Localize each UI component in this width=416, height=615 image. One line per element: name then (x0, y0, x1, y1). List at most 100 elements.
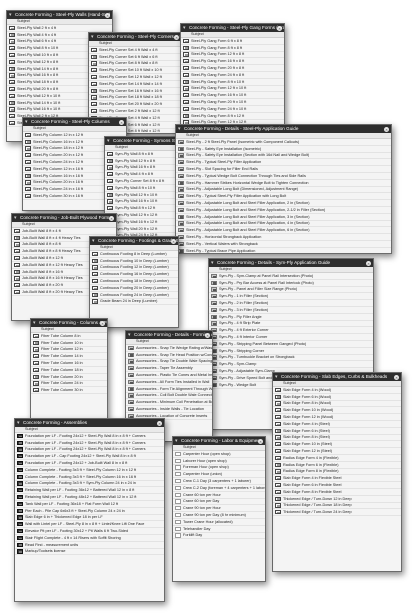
panel-titlebar[interactable]: ▾ Concrete Forming - Slab Edges, Curbs & … (273, 373, 401, 381)
list-item[interactable]: Pier Each - Pile Cap 6x6x3 ft + Steel-Pl… (15, 508, 164, 515)
list-item[interactable]: Steel-Ply - Vertical Walers with Strongb… (176, 241, 391, 248)
list-item[interactable]: Crane 90 ton per Hour (173, 505, 265, 513)
list-item[interactable]: Sym-Ply - 3 in Filler (Section) (209, 307, 373, 314)
list-item[interactable]: Steel-Ply - Adjustable Long Bolt and Ste… (176, 227, 391, 235)
list-item[interactable]: Steel-Ply Wall 2 ft x 4 ft (7, 25, 112, 32)
list-item[interactable]: Sym-Ply - 4 ft Strip Plate (209, 321, 373, 328)
list-item[interactable]: Accessories - Minimum Coil Penetration a… (126, 399, 212, 407)
list-item[interactable]: Sym-Ply - Pry Bar Access at Panel Rail I… (209, 280, 373, 287)
list-item[interactable]: Job-Built Wall 8 ft x 4 ft (12, 228, 116, 235)
list-item[interactable]: Slab Edge Form 6 in (Wood) (273, 394, 401, 401)
panel-titlebar[interactable]: ▾ Concrete Forming - Steel-Ply Walls (Han… (7, 11, 112, 19)
list-item[interactable]: Steel-Ply - 2 ft Steel-Ply Panel (Isomet… (176, 139, 391, 146)
list-item[interactable]: Grade Beam 24 in Deep (Lumber) (90, 299, 178, 306)
list-item[interactable]: Foundation per LF - Cap Footing 24x12 + … (15, 453, 164, 461)
list-item[interactable]: Sym-Ply - Ply Filler Angle (209, 314, 373, 321)
list-item[interactable]: Accessories - Taper Tie Assembly (126, 365, 212, 373)
list-item[interactable]: Laborer Hour (open shop) (173, 458, 265, 465)
collapse-arrow-icon[interactable]: ▾ (178, 125, 181, 133)
list-item[interactable]: Continuous Footing 16 in Deep (Lumber) (90, 271, 178, 279)
list-item[interactable]: Steel-Ply - Typical Steel-Ply Filler App… (176, 193, 391, 201)
collapse-arrow-icon[interactable]: ▾ (14, 214, 17, 222)
list-item[interactable]: Accessories - Inside Walls - Tie Locatio… (126, 406, 212, 413)
list-item[interactable]: Accessories - All Form Ties Installed in… (126, 379, 212, 386)
list-item[interactable]: Steel-Ply Gang Form 6 ft x 8 ft (181, 38, 284, 45)
list-item[interactable]: Slab Edge Form 6 in Flexible Steel (273, 482, 401, 489)
list-item[interactable]: Stair Flight Complete - 4 ft x 14 Risers… (15, 535, 164, 542)
collapse-arrow-icon[interactable]: ▾ (128, 331, 131, 339)
list-item[interactable]: Accessories - Snap Tie Wedge Rating w/Wa… (126, 345, 212, 352)
list-item[interactable]: Slab Edge Form 8 in (Steel) (273, 435, 401, 442)
panel-titlebar[interactable]: ▾ Concrete Forming - Job-Built Plywood Fo… (12, 214, 116, 222)
list-item[interactable]: Steel-Ply - Typical Wedge Bolt Connectio… (176, 173, 391, 180)
list-item[interactable]: Slab Edge Form 4 in Flexible Steel (273, 475, 401, 483)
list-item[interactable]: Retaining Wall per LF - Footing 48x12 + … (15, 494, 164, 501)
panel-titlebar[interactable]: ▾Concrete Forming - Details - Forming Ac… (126, 331, 212, 339)
list-item[interactable]: Slab Edge Form 12 in (Steel) (273, 448, 401, 455)
list-item[interactable]: Steel-Ply - Adjustable Long Bolt and Ste… (176, 200, 391, 207)
list-item[interactable]: Slab Edge Form 12 in (Wood) (273, 414, 401, 421)
collapse-arrow-icon[interactable]: ▾ (183, 24, 186, 32)
list-item[interactable]: Steel-Ply Corner Set 20 ft Wall x 20 ft (89, 101, 181, 109)
list-item[interactable]: Steel-Ply Corner Set 18 ft Wall x 18 ft (89, 95, 181, 102)
list-item[interactable]: Steel-Ply Gang Form 20 ft x 10 ft (181, 99, 284, 106)
list-item[interactable]: Fiber Tube Column 18 in (31, 367, 107, 374)
list-item[interactable]: Steel-Ply Corner Set 6 ft Wall x 6 ft (89, 54, 181, 61)
close-icon[interactable]: × (105, 12, 110, 18)
list-item[interactable]: Elevator Pit per LF - Footing 30x12 + Pi… (15, 528, 164, 535)
list-item[interactable]: Forklift Day (173, 533, 265, 540)
close-icon[interactable]: × (394, 374, 399, 380)
list-item[interactable]: Crane 60 ton per Day (173, 499, 265, 506)
list-item[interactable]: Slab Edge Form 4 in (Steel) (273, 421, 401, 428)
list-item[interactable]: Slab Edge Form 8 in (Wood) (273, 401, 401, 408)
collapse-arrow-icon[interactable]: ▾ (107, 137, 110, 145)
list-item[interactable]: Tank Wall per LF - Footing 36x18 + Flat … (15, 501, 164, 508)
list-item[interactable]: Column Complete - Footing 3x3 ft + Steel… (15, 467, 164, 474)
list-item[interactable]: Steel-Ply - Horizontal Strongback Applic… (176, 234, 391, 241)
list-item[interactable]: Sym-Ply - 4 ft Exterior Corner (209, 327, 373, 335)
list-item[interactable]: Sym-Ply - Panel and Filler Size Range (P… (209, 287, 373, 294)
list-item[interactable]: Fiber Tube Column 14 in (31, 353, 107, 361)
list-item[interactable]: Slab Edge Form 4 in (Wood) (273, 387, 401, 394)
list-item[interactable]: Radius Edge Form 6 in (Flexible) (273, 462, 401, 469)
list-item[interactable]: Sym-Ply - Stripping Corner (209, 348, 373, 355)
close-icon[interactable]: × (366, 260, 371, 266)
list-item[interactable]: Continuous Footing 10 in Deep (Lumber) (90, 258, 178, 265)
collapse-arrow-icon[interactable]: ▾ (25, 118, 28, 126)
panel-titlebar[interactable]: ▾ Concrete Forming - Details - Steel-Ply … (176, 125, 391, 133)
close-icon[interactable]: × (171, 238, 176, 244)
close-icon[interactable]: × (100, 320, 105, 326)
panel-titlebar[interactable]: ▾Concrete Forming - Steel-Ply Corners & … (89, 33, 181, 41)
list-item[interactable]: Steel-Ply - Typical Brace Pipe Applicati… (176, 248, 391, 253)
list-item[interactable]: Slab Edge Form 8 in Flexible Steel (273, 489, 401, 496)
panel-titlebar[interactable]: ▾ Concrete Forming - Steel-Ply Gang Forms… (181, 24, 284, 32)
list-item[interactable]: Crew C-1 Day (3 carpenters + 1 laborer) (173, 478, 265, 485)
list-item[interactable]: Foundation per LF - Footing 24x12 + Stee… (15, 440, 164, 447)
list-item[interactable]: Steel-Ply Gang Form 24 ft x 10 ft (181, 106, 284, 113)
list-item[interactable]: Steel-Ply Corner Set 16 ft Wall x 16 ft (89, 88, 181, 95)
list-item[interactable]: Fiber Tube Column 20 in (31, 374, 107, 381)
list-item[interactable]: Accessories - Form Tie Alignment Through… (126, 386, 212, 393)
list-item[interactable]: Slab Edge 6 in + Thickened Edge 18 in pe… (15, 515, 164, 522)
list-item[interactable]: Continuous Footing 18 in Deep (Lumber) (90, 278, 178, 285)
list-item[interactable]: Fiber Tube Column 16 in (31, 360, 107, 367)
panel-titlebar[interactable]: ▾ Concrete Forming - Assemblies × (15, 419, 164, 427)
list-item[interactable]: Steel-Ply - Adjustable Long Bolt (Dimens… (176, 187, 391, 194)
list-item[interactable]: Column Complete - Footing 3x3 ft + Steel… (15, 474, 164, 481)
panel-titlebar[interactable]: ▾ Concrete Forming - Details - Sym-Ply Ap… (209, 259, 373, 267)
list-item[interactable]: Retaining Wall per LF - Footing 36x12 + … (15, 487, 164, 495)
collapse-arrow-icon[interactable]: ▾ (175, 437, 178, 445)
list-item[interactable]: Thickened Edge / Turn-Down 24 in Deep (273, 509, 401, 517)
collapse-arrow-icon[interactable]: ▾ (92, 237, 95, 245)
list-item[interactable]: Sym-Ply - Sym-Clamp (209, 361, 373, 369)
collapse-arrow-icon[interactable]: ▾ (91, 33, 94, 41)
list-item[interactable]: Steel-Ply Gang Form 8 ft x 10 ft (181, 79, 284, 86)
list-item[interactable]: Accessories - Snap Tie Head Position w/C… (126, 352, 212, 359)
list-item[interactable]: Read First - measurement units (15, 542, 164, 549)
list-item[interactable]: Steel-Ply Gang Form 8 ft x 12 ft (181, 113, 284, 120)
list-item[interactable]: Slab Edge Form 10 in (Steel) (273, 441, 401, 449)
panel-titlebar[interactable]: ▾ Concrete Forming - Columns & Piers × (31, 319, 107, 327)
list-item[interactable]: Steel-Ply Corner Set 2 ft Wall x 12 ft (89, 108, 181, 115)
collapse-arrow-icon[interactable]: ▾ (275, 373, 278, 381)
list-item[interactable]: Steel-Ply Corner Set 8 ft Wall x 8 ft (89, 61, 181, 68)
